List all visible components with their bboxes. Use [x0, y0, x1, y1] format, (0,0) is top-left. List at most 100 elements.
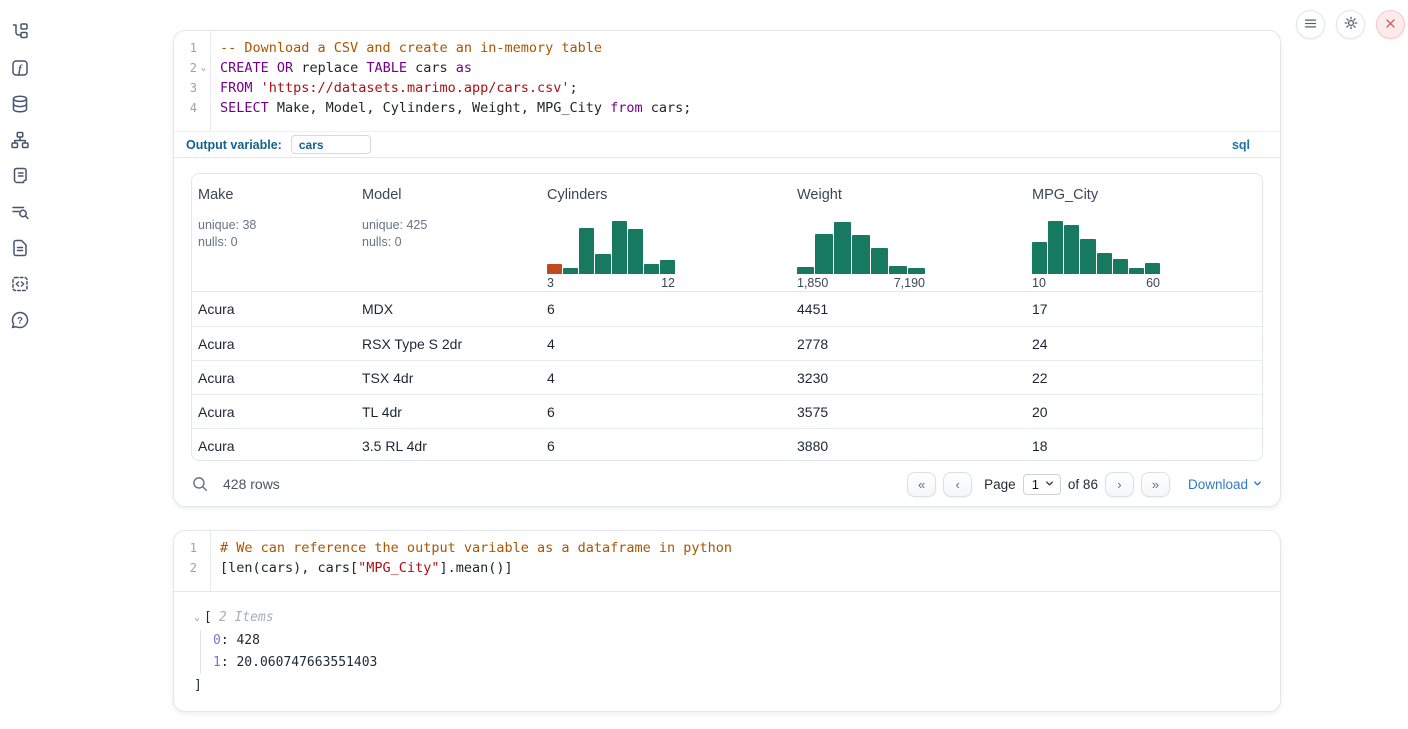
histogram-bar[interactable] — [563, 268, 578, 274]
table-cell: 17 — [1026, 301, 1262, 317]
histogram-bar[interactable] — [1064, 225, 1079, 274]
table-cell: 4 — [541, 336, 791, 352]
histogram-bar[interactable] — [628, 229, 643, 274]
first-page-button[interactable]: « — [907, 472, 936, 497]
item-index: 0 — [213, 633, 221, 648]
table-body: AcuraMDX6445117AcuraRSX Type S 2dr427782… — [192, 292, 1262, 461]
histogram-mpg_city[interactable]: 1060 — [1032, 218, 1160, 290]
table-cell: 6 — [541, 438, 791, 454]
histogram-bar[interactable] — [579, 228, 594, 274]
histogram-bar[interactable] — [1080, 239, 1095, 274]
output-variable-row: Output variable: cars sql — [174, 131, 1280, 158]
histogram-bar[interactable] — [1048, 221, 1063, 274]
table-cell: 3880 — [791, 438, 1026, 454]
last-page-button[interactable]: » — [1141, 472, 1170, 497]
code-line[interactable]: # We can reference the output variable a… — [220, 538, 1280, 558]
histogram-bar[interactable] — [889, 266, 906, 274]
close-icon — [1384, 17, 1397, 33]
histogram-bar[interactable] — [834, 222, 851, 274]
column-name: MPG_City — [1032, 187, 1254, 205]
download-label: Download — [1188, 477, 1248, 492]
histogram-bar[interactable] — [1097, 253, 1112, 274]
histogram-bar[interactable] — [660, 260, 675, 274]
histogram-weight[interactable]: 1,8507,190 — [797, 218, 925, 290]
histogram-bar[interactable] — [1145, 263, 1160, 274]
table-cell: 22 — [1026, 370, 1262, 386]
database-icon[interactable] — [10, 94, 30, 114]
sql-code-editor[interactable]: 12⌄34-- Download a CSV and create an in-… — [174, 31, 1280, 131]
page-number-select[interactable]: 1 — [1023, 474, 1061, 495]
document-icon[interactable] — [10, 238, 30, 258]
histogram-bar[interactable] — [595, 254, 610, 274]
table-row[interactable]: AcuraTL 4dr6357520 — [192, 394, 1262, 428]
histogram-bar[interactable] — [1113, 259, 1128, 274]
table-cell: Acura — [192, 404, 356, 420]
page-total-label: of 86 — [1068, 477, 1098, 492]
file-tree-icon[interactable] — [10, 22, 30, 42]
column-header-cylinders[interactable]: Cylinders312 — [541, 174, 791, 291]
code-line[interactable]: -- Download a CSV and create an in-memor… — [220, 38, 1280, 58]
hamburger-icon — [1303, 16, 1318, 34]
line-number: 1 — [174, 538, 197, 558]
search-list-icon[interactable] — [10, 202, 30, 222]
sidebar-panel-switcher: f? — [10, 22, 30, 330]
histogram-bar[interactable] — [852, 235, 869, 274]
code-snippet-icon[interactable] — [10, 274, 30, 294]
dependency-graph-icon[interactable] — [10, 130, 30, 150]
notebook-actions — [1296, 10, 1405, 39]
shutdown-button[interactable] — [1376, 10, 1405, 39]
table-cell: TL 4dr — [356, 404, 541, 420]
table-row[interactable]: AcuraTSX 4dr4323022 — [192, 360, 1262, 394]
table-cell: 6 — [541, 301, 791, 317]
table-cell: 2778 — [791, 336, 1026, 352]
table-row[interactable]: Acura3.5 RL 4dr6388018 — [192, 428, 1262, 461]
function-icon[interactable]: f — [10, 58, 30, 78]
fold-marker-icon[interactable]: ⌄ — [197, 58, 210, 78]
tree-list-item: 0: 428 — [213, 630, 1280, 652]
scroll-icon[interactable] — [10, 166, 30, 186]
code-line[interactable]: SELECT Make, Model, Cylinders, Weight, M… — [220, 98, 1280, 118]
help-chat-icon[interactable]: ? — [10, 310, 30, 330]
download-button[interactable]: Download — [1188, 477, 1263, 492]
column-header-make[interactable]: Makeunique: 38nulls: 0 — [192, 174, 356, 291]
search-icon[interactable] — [191, 475, 209, 493]
settings-button[interactable] — [1336, 10, 1365, 39]
column-header-mpg_city[interactable]: MPG_City 1060 — [1026, 174, 1262, 291]
histogram-bar[interactable] — [871, 248, 888, 274]
table-cell: 4451 — [791, 301, 1026, 317]
code-line[interactable]: CREATE OR replace TABLE cars as — [220, 58, 1280, 78]
item-value: 20.060747663551403 — [236, 655, 377, 670]
row-count-label: 428 rows — [223, 476, 280, 492]
code-line[interactable]: FROM 'https://datasets.marimo.app/cars.c… — [220, 78, 1280, 98]
histogram-bar[interactable] — [908, 268, 925, 274]
histogram-bar[interactable] — [815, 234, 832, 274]
histogram-bar[interactable] — [797, 267, 814, 274]
code-line[interactable]: [len(cars), cars["MPG_City"].mean()] — [220, 558, 1280, 578]
histogram-cylinders[interactable]: 312 — [547, 218, 675, 290]
line-number: 2 — [174, 558, 197, 578]
next-page-button[interactable]: › — [1105, 472, 1134, 497]
table-cell: MDX — [356, 301, 541, 317]
histogram-bar[interactable] — [1129, 268, 1144, 274]
chevron-down-icon — [1252, 477, 1263, 492]
histogram-bar[interactable] — [1032, 242, 1047, 274]
table-row[interactable]: AcuraRSX Type S 2dr4277824 — [192, 326, 1262, 360]
histogram-min-label: 1,850 — [797, 276, 828, 290]
table-cell: 4 — [541, 370, 791, 386]
prev-page-button[interactable]: ‹ — [943, 472, 972, 497]
column-header-weight[interactable]: Weight1,8507,190 — [791, 174, 1026, 291]
output-variable-input[interactable]: cars — [291, 135, 371, 154]
table-cell: Acura — [192, 301, 356, 317]
table-cell: TSX 4dr — [356, 370, 541, 386]
table-row[interactable]: AcuraMDX6445117 — [192, 292, 1262, 326]
histogram-bar[interactable] — [644, 264, 659, 274]
histogram-bar[interactable] — [612, 221, 627, 274]
notebook-menu-button[interactable] — [1296, 10, 1325, 39]
histogram-bar[interactable] — [547, 264, 562, 274]
column-header-model[interactable]: Modelunique: 425nulls: 0 — [356, 174, 541, 291]
list-output-tree: ⌄[2 Items0: 4281: 20.060747663551403] — [174, 592, 1280, 696]
svg-text:f: f — [18, 63, 23, 75]
column-stat: nulls: 0 — [362, 234, 533, 251]
tree-collapse-icon[interactable]: ⌄ — [194, 607, 200, 628]
python-code-editor[interactable]: 12 # We can reference the output variable… — [174, 531, 1280, 592]
